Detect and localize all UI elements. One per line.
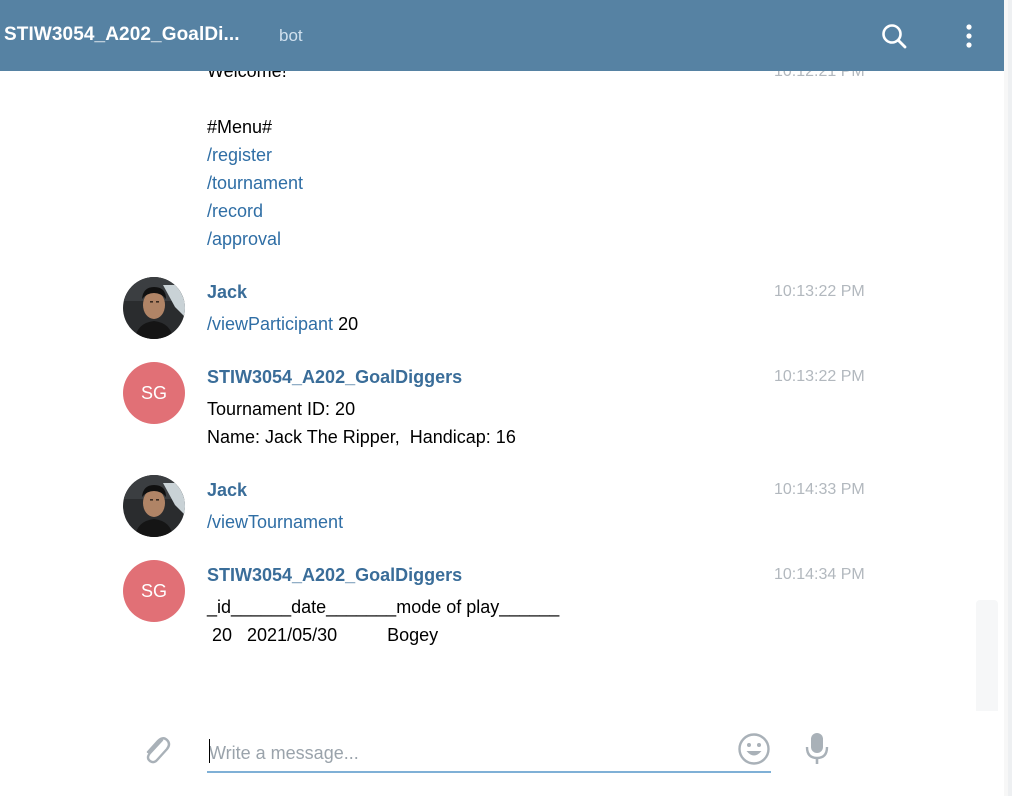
avatar[interactable]: SG bbox=[123, 560, 185, 622]
command-link-viewparticipant[interactable]: /viewParticipant bbox=[207, 314, 333, 334]
avatar[interactable] bbox=[123, 277, 185, 339]
message-text: Welcome! bbox=[207, 71, 287, 81]
message-text: _id______date_______mode of play______ bbox=[207, 597, 560, 617]
message-text: 20 2021/05/30 Bogey bbox=[207, 625, 439, 645]
command-link-register[interactable]: /register bbox=[207, 141, 272, 169]
message-time: 10:14:34 PM bbox=[774, 566, 865, 583]
message-text: #Menu# bbox=[207, 117, 273, 137]
chat-title[interactable]: STIW3054_A202_GoalDi... bbox=[4, 24, 240, 46]
microphone-icon[interactable] bbox=[804, 731, 830, 767]
sender-name[interactable]: Jack bbox=[207, 282, 247, 303]
sender-name[interactable]: STIW3054_A202_GoalDiggers bbox=[207, 367, 462, 388]
sender-name[interactable]: Jack bbox=[207, 480, 247, 501]
command-link-tournament[interactable]: /tournament bbox=[207, 169, 303, 197]
compose-bar bbox=[0, 711, 1004, 796]
chat-subtitle: bot bbox=[279, 26, 303, 45]
command-link-approval[interactable]: /approval bbox=[207, 225, 281, 253]
message-text: /viewParticipant 20 bbox=[207, 310, 358, 338]
message-text: Name: Jack The Ripper, Handicap: 16 bbox=[207, 427, 516, 447]
emoji-icon[interactable] bbox=[737, 732, 771, 766]
more-vertical-icon[interactable] bbox=[953, 20, 985, 52]
command-argument: 20 bbox=[333, 314, 359, 334]
message-text: Tournament ID: 20 bbox=[207, 399, 356, 419]
window-edge bbox=[1004, 0, 1012, 796]
message-input[interactable] bbox=[207, 735, 771, 773]
scrollbar[interactable] bbox=[976, 600, 998, 711]
message-time: 10:12:21 PM bbox=[774, 71, 865, 80]
chat-header: STIW3054_A202_GoalDi... bot bbox=[0, 0, 1004, 71]
avatar[interactable] bbox=[123, 475, 185, 537]
command-link-viewtournament[interactable]: /viewTournament bbox=[207, 508, 343, 536]
avatar[interactable]: SG bbox=[123, 362, 185, 424]
text-caret bbox=[209, 739, 210, 763]
command-link-record[interactable]: /record bbox=[207, 197, 263, 225]
message-list[interactable]: 10:12:21 PM Welcome! #Menu# /register /t… bbox=[0, 71, 1004, 711]
paperclip-icon[interactable] bbox=[140, 731, 172, 767]
message-time: 10:14:33 PM bbox=[774, 481, 865, 498]
sender-name[interactable]: STIW3054_A202_GoalDiggers bbox=[207, 565, 462, 586]
search-icon[interactable] bbox=[878, 20, 910, 52]
message-time: 10:13:22 PM bbox=[774, 283, 865, 300]
message-time: 10:13:22 PM bbox=[774, 368, 865, 385]
